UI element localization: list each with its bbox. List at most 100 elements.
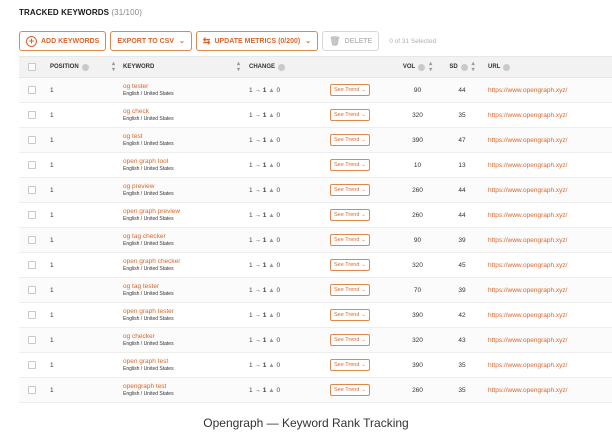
keyword-link[interactable]: og tag tester [123, 283, 174, 291]
row-checkbox[interactable] [28, 236, 36, 244]
vol-value: 90 [413, 236, 422, 244]
see-trend-button[interactable]: See Trend ⌄ [330, 184, 370, 196]
change-cell: 1 → 1 ▲ 0 [246, 237, 330, 244]
see-trend-button[interactable]: See Trend ⌄ [330, 234, 370, 246]
position-cell: 1 [45, 237, 120, 244]
row-checkbox[interactable] [28, 361, 36, 369]
see-trend-button[interactable]: See Trend ⌄ [330, 259, 370, 271]
url-link[interactable]: https://www.opengraph.xyz/ [488, 112, 568, 119]
url-link[interactable]: https://www.opengraph.xyz/ [488, 287, 568, 294]
url-link[interactable]: https://www.opengraph.xyz/ [488, 212, 568, 219]
header-sd[interactable]: SD ▴ ▾ [440, 61, 484, 73]
header-keyword[interactable]: KEYWORD ▴ ▾ [120, 61, 246, 73]
sort-arrows-icon[interactable]: ▴ ▾ [472, 61, 475, 73]
see-trend-button[interactable]: See Trend ⌄ [330, 334, 370, 346]
change-from: 1 [249, 386, 253, 394]
row-checkbox[interactable] [28, 111, 36, 119]
row-checkbox[interactable] [28, 336, 36, 344]
change-delta: 0 [276, 136, 281, 144]
select-all-checkbox[interactable] [28, 63, 36, 71]
change-to: 1 [262, 286, 267, 294]
row-checkbox[interactable] [28, 286, 36, 294]
change-from: 1 [249, 86, 253, 94]
keyword-link[interactable]: og checker [123, 333, 174, 341]
vol-value: 320 [412, 111, 423, 119]
info-icon [418, 63, 426, 71]
keyword-link[interactable]: og tag checker [123, 233, 174, 241]
trash-icon: 🗑︎ [329, 35, 341, 46]
vol-cell: 390 [395, 362, 440, 369]
vol-value: 390 [412, 361, 423, 369]
sd-cell: 13 [440, 162, 484, 169]
vol-value: 260 [412, 186, 423, 194]
trend-cell: See Trend ⌄ [330, 134, 395, 146]
see-trend-label: See Trend [334, 287, 360, 293]
keyword-link[interactable]: open graph checker [123, 258, 180, 266]
header-position[interactable]: POSITION ▴ ▾ [45, 61, 120, 73]
sd-cell: 44 [440, 87, 484, 94]
url-link[interactable]: https://www.opengraph.xyz/ [488, 162, 568, 169]
change-from: 1 [249, 336, 253, 344]
url-cell: https://www.opengraph.xyz/ [484, 387, 612, 394]
row-checkbox[interactable] [28, 211, 36, 219]
header-url: URL [484, 63, 612, 71]
keyword-link[interactable]: open graph test [123, 358, 174, 366]
url-link[interactable]: https://www.opengraph.xyz/ [488, 137, 568, 144]
keyword-link[interactable]: og check [123, 108, 174, 116]
sort-arrows-icon[interactable]: ▴ ▾ [237, 61, 240, 73]
row-checkbox[interactable] [28, 161, 36, 169]
see-trend-button[interactable]: See Trend ⌄ [330, 159, 370, 171]
see-trend-button[interactable]: See Trend ⌄ [330, 359, 370, 371]
row-select-cell [19, 286, 45, 294]
keyword-link[interactable]: og preview [123, 183, 174, 191]
see-trend-button[interactable]: See Trend ⌄ [330, 84, 370, 96]
url-link[interactable]: https://www.opengraph.xyz/ [488, 362, 568, 369]
sort-arrows-icon[interactable]: ▴ ▾ [429, 61, 432, 73]
url-link[interactable]: https://www.opengraph.xyz/ [488, 87, 568, 94]
keyword-link[interactable]: open graph tester [123, 308, 174, 316]
row-select-cell [19, 211, 45, 219]
row-checkbox[interactable] [28, 136, 36, 144]
export-csv-button[interactable]: EXPORT TO CSV ⌄ [110, 31, 192, 51]
keyword-link[interactable]: opengraph test [123, 383, 174, 391]
url-link[interactable]: https://www.opengraph.xyz/ [488, 262, 568, 269]
chevron-down-icon: ⌄ [361, 312, 366, 318]
position-value: 1 [50, 236, 54, 244]
url-link[interactable]: https://www.opengraph.xyz/ [488, 237, 568, 244]
keyword-link[interactable]: open graph tool [123, 158, 174, 166]
header-change[interactable]: CHANGE [246, 63, 330, 71]
url-link[interactable]: https://www.opengraph.xyz/ [488, 387, 568, 394]
page-title: TRACKED KEYWORDS (31/100) [19, 6, 612, 20]
url-link[interactable]: https://www.opengraph.xyz/ [488, 337, 568, 344]
row-checkbox[interactable] [28, 86, 36, 94]
row-checkbox[interactable] [28, 186, 36, 194]
change-cell: 1 → 1 ▲ 0 [246, 262, 330, 269]
delete-button[interactable]: 🗑︎ DELETE [322, 31, 380, 51]
change-value: 1 → 1 ▲ 0 [249, 361, 281, 369]
update-metrics-button[interactable]: ⇆ UPDATE METRICS (0/200) ⌄ [195, 31, 319, 51]
row-checkbox[interactable] [28, 261, 36, 269]
url-cell: https://www.opengraph.xyz/ [484, 87, 612, 94]
row-select-cell [19, 261, 45, 269]
header-vol[interactable]: VOL ▴ ▾ [395, 61, 440, 73]
keyword-link[interactable]: og test [123, 133, 174, 141]
row-checkbox[interactable] [28, 386, 36, 394]
keyword-link[interactable]: og tester [123, 83, 174, 91]
chevron-down-icon: ⌄ [361, 237, 366, 243]
row-checkbox[interactable] [28, 311, 36, 319]
sd-value: 39 [458, 286, 466, 294]
keyword-cell: open graph tester English / United States [120, 308, 246, 323]
url-link[interactable]: https://www.opengraph.xyz/ [488, 187, 568, 194]
keyword-link[interactable]: open graph preview [123, 208, 180, 216]
change-to: 1 [262, 111, 267, 119]
add-keywords-button[interactable]: + ADD KEYWORDS [19, 31, 107, 51]
delta-triangle-icon: ▲ [268, 386, 275, 394]
url-link[interactable]: https://www.opengraph.xyz/ [488, 312, 568, 319]
see-trend-button[interactable]: See Trend ⌄ [330, 209, 370, 221]
see-trend-button[interactable]: See Trend ⌄ [330, 384, 370, 396]
see-trend-button[interactable]: See Trend ⌄ [330, 109, 370, 121]
sort-arrows-icon[interactable]: ▴ ▾ [112, 61, 115, 73]
see-trend-button[interactable]: See Trend ⌄ [330, 134, 370, 146]
see-trend-button[interactable]: See Trend ⌄ [330, 309, 370, 321]
see-trend-button[interactable]: See Trend ⌄ [330, 284, 370, 296]
